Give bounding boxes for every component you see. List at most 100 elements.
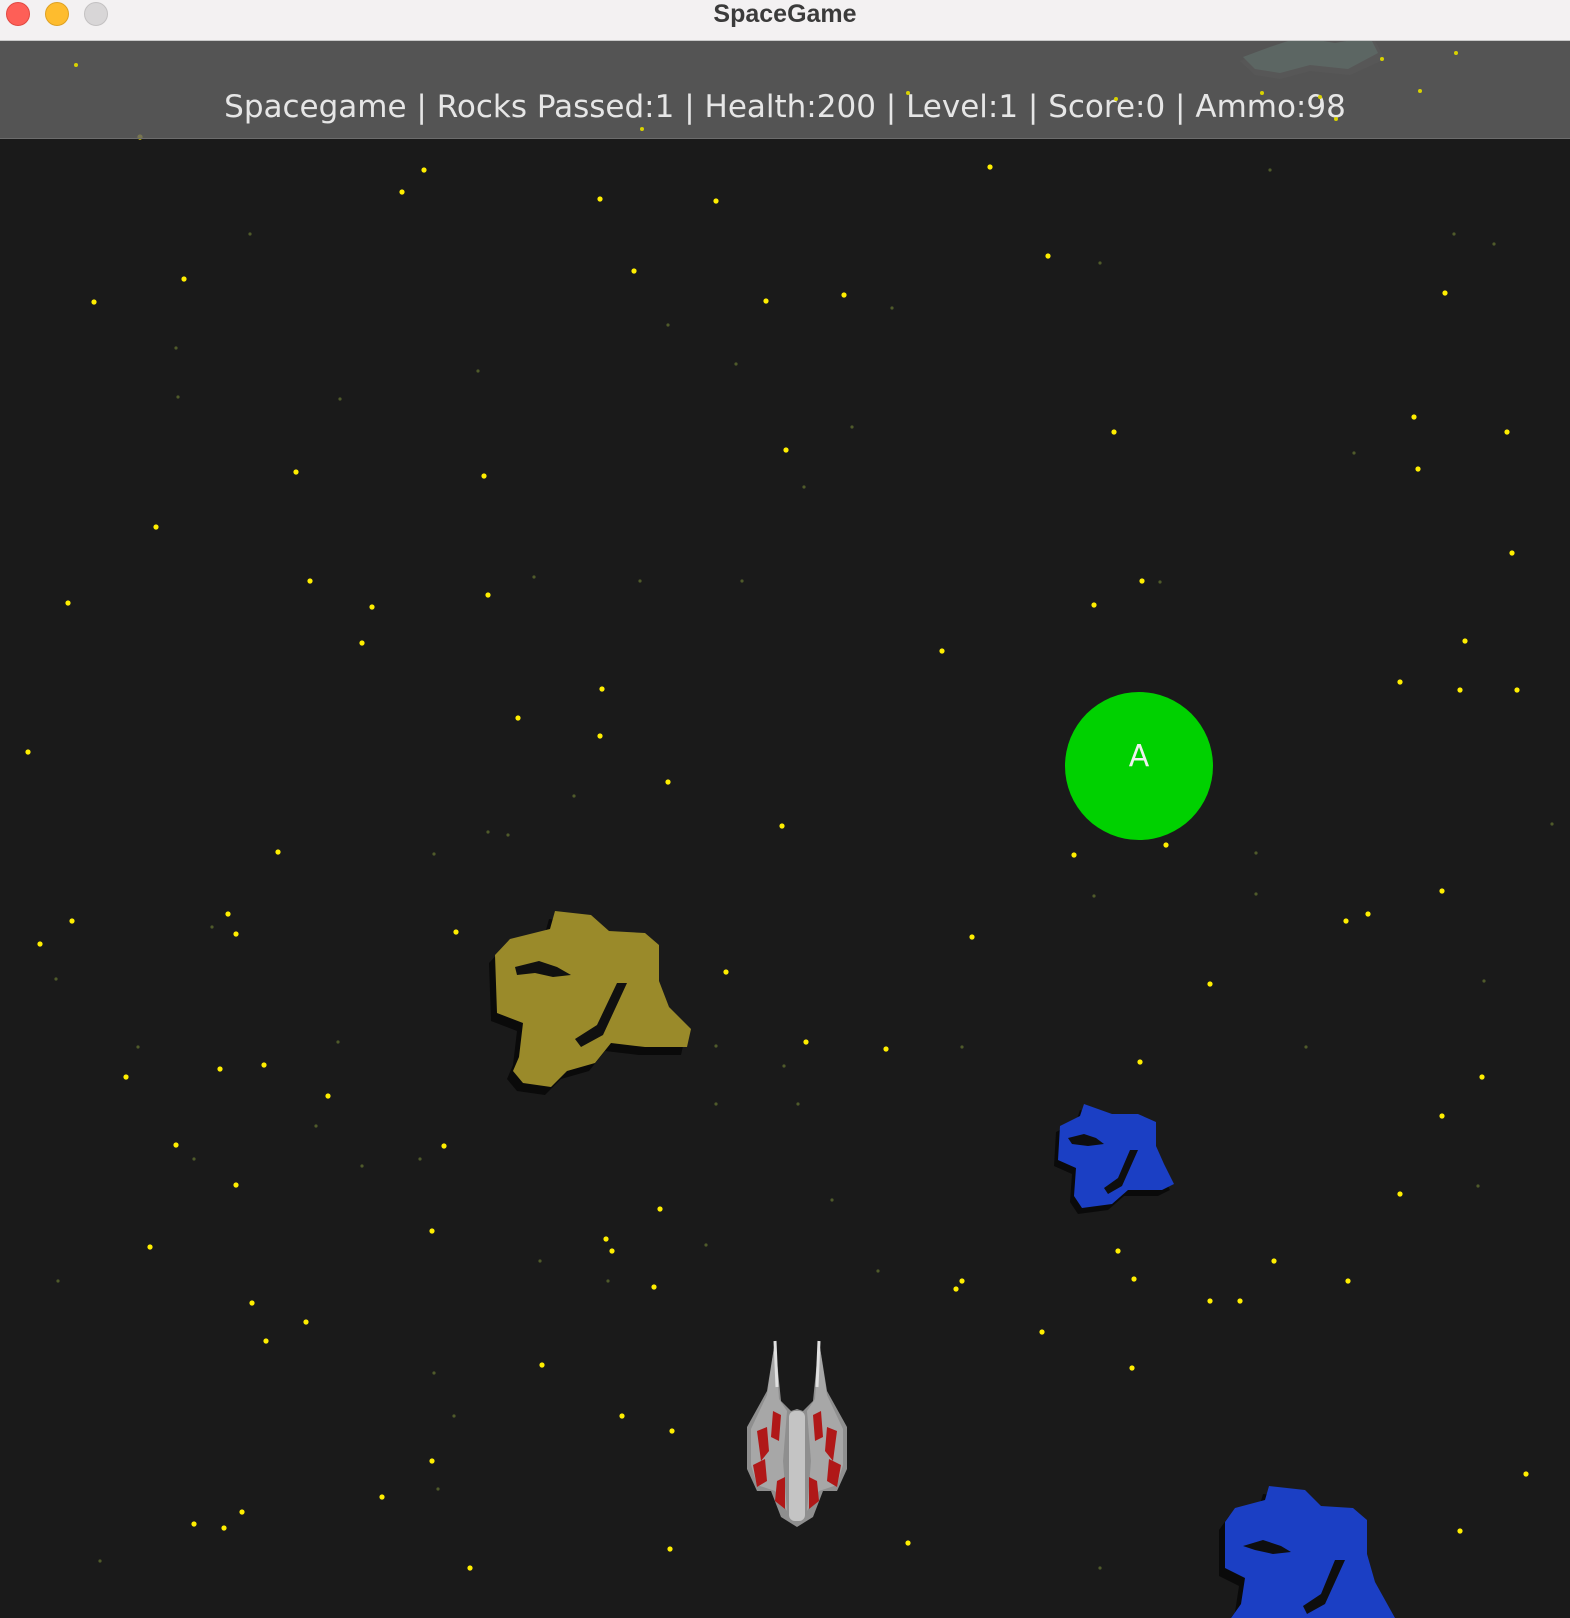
star (192, 1157, 196, 1161)
powerup-label: A (1129, 739, 1150, 774)
star (429, 1228, 435, 1234)
star (987, 164, 993, 170)
star (432, 852, 436, 856)
star (421, 167, 427, 173)
star (538, 1259, 542, 1263)
star (740, 579, 744, 583)
star (1139, 578, 1145, 584)
star (360, 1164, 364, 1168)
star (666, 323, 670, 327)
star (54, 977, 58, 981)
star (217, 1066, 223, 1072)
star (906, 91, 910, 95)
star (960, 1045, 964, 1049)
hud-starfield (74, 51, 1458, 131)
star (293, 469, 299, 475)
star (619, 1413, 625, 1419)
star (181, 276, 187, 282)
rock-blue-fill (1225, 1486, 1395, 1618)
star (734, 362, 738, 366)
star (1439, 1113, 1445, 1119)
star (153, 524, 159, 530)
title-bar: SpaceGame (0, 0, 1570, 41)
star (1457, 687, 1463, 693)
star (1129, 1365, 1135, 1371)
star (1415, 466, 1421, 472)
star (173, 1142, 179, 1148)
star (74, 63, 78, 67)
spaceship-icon (747, 1340, 847, 1527)
star (597, 196, 603, 202)
star (1163, 842, 1169, 848)
game-window: SpaceGame A Spacegame | Rocks Passed:1 |… (0, 0, 1570, 1618)
star (704, 1243, 708, 1247)
star (174, 346, 178, 350)
star (802, 485, 806, 489)
game-canvas[interactable]: A Spacegame | Rocks Passed:1 | Health:20… (0, 41, 1570, 1618)
star (467, 1565, 473, 1571)
star (1418, 89, 1422, 93)
star (631, 268, 637, 274)
star (225, 911, 231, 917)
star (606, 1279, 610, 1283)
star (1523, 1471, 1529, 1477)
star (1411, 414, 1417, 420)
asteroid-icon (489, 911, 691, 1095)
window-title: SpaceGame (713, 0, 857, 28)
star (1137, 1059, 1143, 1065)
star (325, 1093, 331, 1099)
star (1158, 580, 1162, 584)
star (1550, 822, 1554, 826)
star (506, 833, 510, 837)
star (1114, 97, 1118, 101)
star (959, 1278, 965, 1284)
star (599, 686, 605, 692)
rock-gold-fill (495, 911, 691, 1087)
star (640, 127, 644, 131)
star (1115, 1248, 1121, 1254)
star (233, 931, 239, 937)
star (713, 198, 719, 204)
star (359, 640, 365, 646)
star (432, 1371, 436, 1375)
star (515, 715, 521, 721)
star (379, 1494, 385, 1500)
star (609, 1248, 615, 1254)
star (1462, 638, 1468, 644)
star (65, 600, 71, 606)
star (1254, 892, 1258, 896)
star (441, 1143, 447, 1149)
star (939, 648, 945, 654)
star (37, 941, 43, 947)
star (1365, 911, 1371, 917)
star (1454, 51, 1458, 55)
star (369, 604, 375, 610)
star (1452, 232, 1456, 236)
star (665, 779, 671, 785)
star (850, 425, 854, 429)
star (876, 1269, 880, 1273)
star (1509, 550, 1515, 556)
star (98, 1559, 102, 1563)
star (1268, 168, 1272, 172)
star (657, 1206, 663, 1212)
star (1334, 117, 1338, 121)
star (803, 1039, 809, 1045)
star (436, 1487, 440, 1491)
star (123, 1074, 129, 1080)
star (1439, 888, 1445, 894)
star (314, 1124, 318, 1128)
star (1098, 1566, 1102, 1570)
star (953, 1286, 959, 1292)
star (69, 918, 75, 924)
star (1397, 1191, 1403, 1197)
star (1345, 1278, 1351, 1284)
star (1039, 1329, 1045, 1335)
star (476, 369, 480, 373)
star (883, 1046, 889, 1052)
star (486, 830, 490, 834)
star (597, 733, 603, 739)
star (1318, 95, 1322, 99)
star (399, 189, 405, 195)
star (336, 1040, 340, 1044)
